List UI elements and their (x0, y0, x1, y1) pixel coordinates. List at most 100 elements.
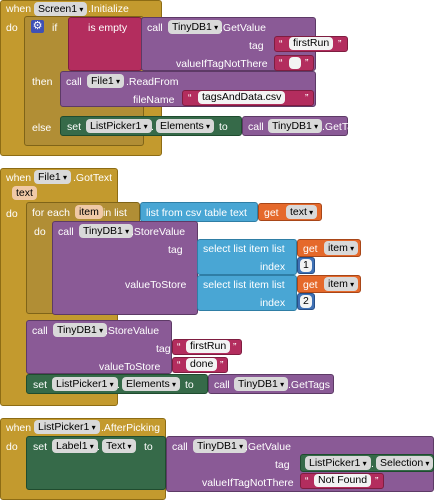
getvalue-label: .GetValue (220, 22, 266, 34)
index-label: index (260, 297, 286, 309)
file1-dropdown[interactable]: File1 (34, 170, 72, 184)
empty-string-open-quote: “ (279, 57, 283, 69)
list-from-csv-table-label: list from csv table text (146, 207, 247, 219)
when-label: when (6, 3, 32, 15)
get-label: get (303, 243, 318, 255)
get-label: get (303, 279, 318, 291)
dot-separator: . (97, 441, 100, 453)
filename-string-value[interactable]: tagsAndData.csv (198, 91, 286, 104)
dot-separator: . (151, 121, 154, 133)
call-label: call (32, 325, 48, 337)
listpicker1-dropdown[interactable]: ListPicker1 (34, 420, 100, 434)
not-found-string-close-quote: ” (375, 475, 379, 487)
index-label: index (260, 261, 286, 273)
firstrun-string-close-quote: ” (338, 38, 342, 50)
gettags-label: .GetTags (322, 121, 365, 133)
call-label: call (147, 22, 163, 34)
not-found-string-value[interactable]: Not Found (314, 474, 372, 487)
set-label: set (33, 379, 48, 391)
tinydb1-dropdown[interactable]: TinyDB1 (193, 439, 248, 453)
empty-string-close-quote: ” (305, 57, 309, 69)
elements-dropdown[interactable]: Elements (122, 377, 181, 391)
dot-separator: . (117, 379, 120, 391)
do-label: do (6, 441, 18, 453)
text-variable-dropdown[interactable]: text (286, 205, 318, 219)
select-list-item-label: select list item list (203, 243, 285, 255)
value-if-tag-not-there-label: valueIfTagNotThere (176, 58, 268, 70)
for-each-label: for each (32, 207, 70, 219)
done-string-value[interactable]: done (186, 358, 218, 371)
listpicker1-dropdown[interactable]: ListPicker1 (52, 377, 118, 391)
firstrun-string-open-quote: “ (177, 341, 181, 353)
call-label: call (248, 121, 264, 133)
to-label: to (144, 441, 153, 453)
tag-label: tag (156, 343, 171, 355)
gettags-label: .GetTags (288, 379, 331, 391)
text-parameter[interactable]: text (12, 186, 37, 200)
filename-label: fileName (133, 94, 175, 106)
elements-dropdown[interactable]: Elements (156, 119, 215, 133)
set-label: set (67, 121, 82, 133)
firstrun-string-value[interactable]: firstRun (186, 340, 231, 353)
gottext-label: .GotText (73, 172, 113, 184)
initialize-label: .Initialize (88, 3, 129, 15)
storevalue-label: .StoreValue (131, 226, 186, 238)
call-label: call (214, 379, 230, 391)
tinydb1-dropdown[interactable]: TinyDB1 (268, 119, 323, 133)
do-label: do (6, 22, 18, 34)
is-empty-label: is empty (88, 22, 128, 34)
when-label: when (6, 172, 32, 184)
if-gear-icon[interactable]: ⚙ (31, 20, 44, 33)
done-string-open-quote: “ (177, 359, 181, 371)
tinydb1-dropdown[interactable]: TinyDB1 (53, 323, 108, 337)
item-parameter[interactable]: item (75, 205, 103, 219)
if-label: if (52, 22, 58, 34)
tinydb1-dropdown[interactable]: TinyDB1 (79, 224, 134, 238)
tag-label: tag (168, 244, 183, 256)
readfrom-label: .ReadFrom (126, 76, 179, 88)
item-variable-dropdown[interactable]: item (324, 277, 359, 291)
then-label: then (32, 76, 53, 88)
select-list-item-label: select list item list (203, 279, 285, 291)
else-label: else (32, 122, 52, 134)
filename-string-close-quote: ” (305, 92, 309, 104)
do-label: do (6, 208, 18, 220)
label1-dropdown[interactable]: Label1 (52, 439, 98, 453)
value-to-store-label: valueToStore (125, 279, 187, 291)
dot-separator: . (371, 458, 374, 470)
value-to-store-label: valueToStore (99, 361, 161, 373)
file1-dropdown[interactable]: File1 (87, 74, 125, 88)
storevalue-label: .StoreValue (105, 325, 160, 337)
listpicker1-dropdown[interactable]: ListPicker1 (305, 456, 371, 470)
in-list-label: in list (103, 207, 127, 219)
tinydb1-dropdown[interactable]: TinyDB1 (234, 377, 289, 391)
filename-string-open-quote: “ (188, 92, 192, 104)
done-string-close-quote: ” (220, 359, 224, 371)
to-label: to (185, 379, 194, 391)
value-if-tag-not-there-label: valueIfTagNotThere (202, 477, 294, 489)
text-property-dropdown[interactable]: Text (102, 439, 136, 453)
firstrun-string-value[interactable]: firstRun (289, 37, 334, 50)
call-label: call (172, 441, 188, 453)
to-label: to (219, 121, 228, 133)
tag-label: tag (275, 459, 290, 471)
get-label: get (264, 207, 279, 219)
item-variable-dropdown[interactable]: item (324, 241, 359, 255)
tinydb1-dropdown[interactable]: TinyDB1 (168, 20, 223, 34)
number-value[interactable]: 2 (300, 295, 312, 308)
firstrun-string-close-quote: ” (233, 341, 237, 353)
screen1-dropdown[interactable]: Screen1 (34, 2, 88, 16)
not-found-string-open-quote: “ (305, 475, 309, 487)
empty-string-value[interactable] (289, 57, 301, 69)
listpicker1-dropdown[interactable]: ListPicker1 (86, 119, 152, 133)
tag-label: tag (249, 40, 264, 52)
do-label: do (34, 226, 46, 238)
getvalue-label: .GetValue (245, 441, 291, 453)
set-label: set (33, 441, 48, 453)
firstrun-string-open-quote: “ (279, 38, 283, 50)
when-label: when (6, 422, 32, 434)
afterpicking-label: .AfterPicking (101, 422, 160, 434)
number-value[interactable]: 1 (300, 259, 312, 272)
selection-dropdown[interactable]: Selection (376, 456, 434, 470)
call-label: call (66, 76, 82, 88)
